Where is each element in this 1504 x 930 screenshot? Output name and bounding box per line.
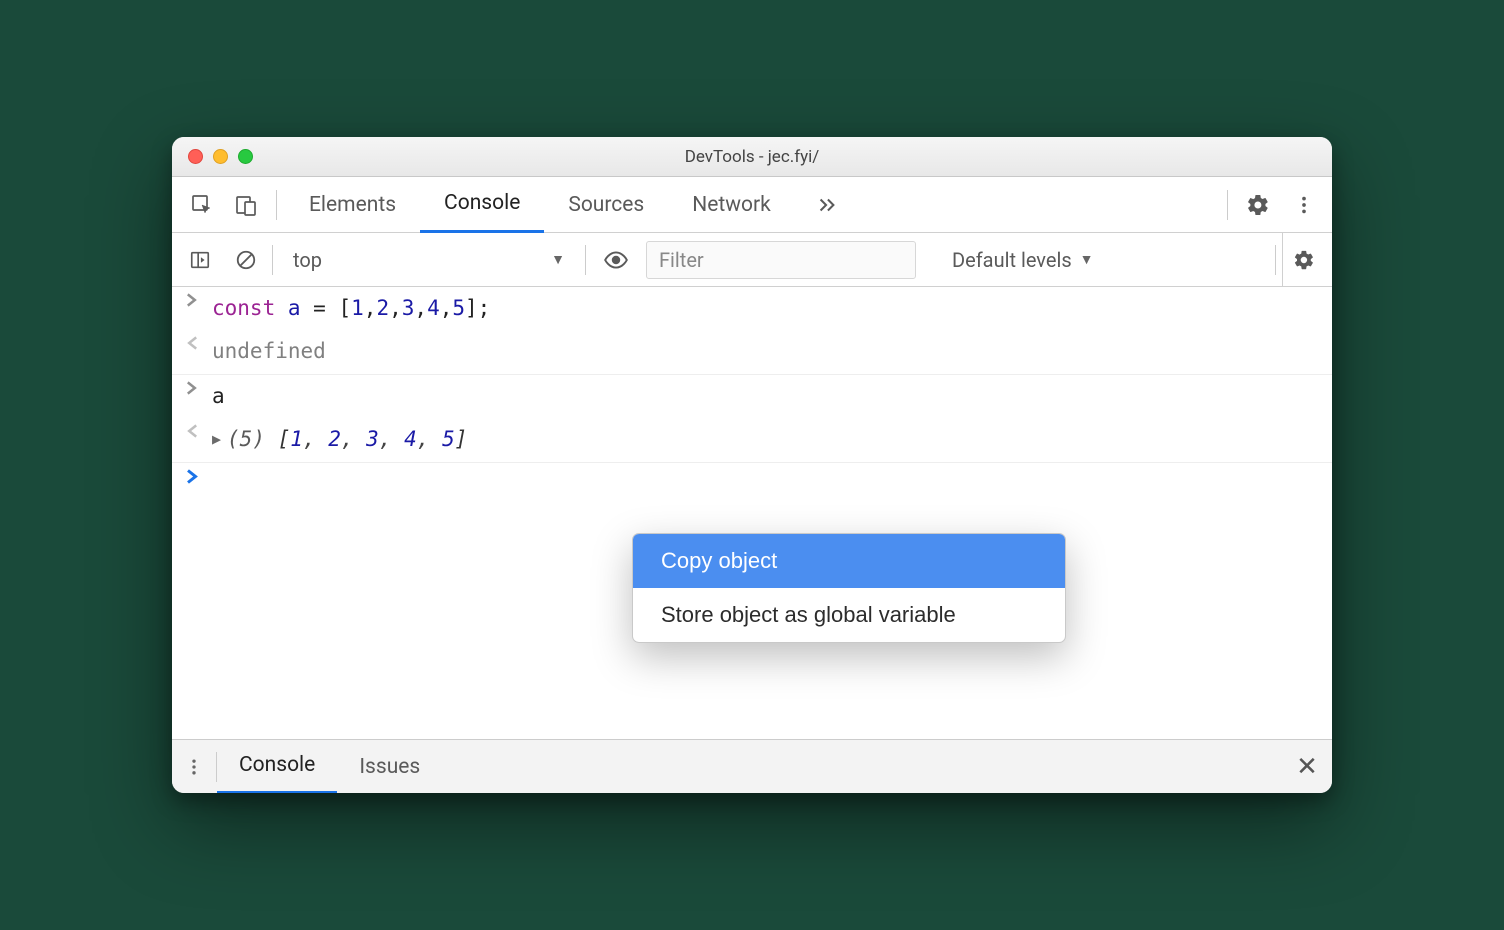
device-toolbar-icon[interactable] (224, 193, 268, 217)
show-sidebar-icon[interactable] (180, 240, 220, 280)
result-icon (182, 424, 202, 438)
prompt-icon (182, 293, 202, 307)
console-output: const a = [1,2,3,4,5]; undefined a ▶(5) … (172, 287, 1332, 739)
filter-placeholder: Filter (659, 248, 704, 272)
chevron-down-icon: ▼ (1080, 251, 1094, 268)
console-settings-icon[interactable] (1282, 233, 1324, 286)
tab-elements[interactable]: Elements (285, 177, 420, 233)
prompt-icon (182, 469, 202, 484)
levels-label: Default levels (952, 248, 1072, 272)
drawer-tab-issues[interactable]: Issues (337, 740, 442, 794)
log-levels-selector[interactable]: Default levels ▼ (938, 248, 1108, 272)
console-result-value: undefined (212, 336, 326, 366)
console-result-line: undefined (172, 330, 1332, 373)
console-input-code: a (212, 381, 225, 411)
console-array-value[interactable]: ▶(5) [1, 2, 3, 4, 5] (212, 424, 467, 454)
context-label: top (293, 248, 322, 272)
drawer-tab-console[interactable]: Console (217, 740, 337, 794)
live-expression-icon[interactable] (592, 247, 640, 273)
console-result-line[interactable]: ▶(5) [1, 2, 3, 4, 5] (172, 418, 1332, 461)
console-input-line: a (172, 374, 1332, 418)
expand-icon[interactable]: ▶ (212, 429, 221, 451)
filter-input[interactable]: Filter (646, 241, 916, 279)
drawer: Console Issues ✕ (172, 739, 1332, 793)
more-tabs-icon[interactable] (809, 194, 845, 216)
tab-sources[interactable]: Sources (544, 177, 668, 233)
devtools-window: DevTools - jec.fyi/ Elements Console Sou… (172, 137, 1332, 793)
drawer-close-icon[interactable]: ✕ (1282, 752, 1332, 782)
clear-console-icon[interactable] (226, 240, 266, 280)
tab-network[interactable]: Network (668, 177, 795, 233)
kebab-menu-icon[interactable] (1284, 185, 1324, 225)
context-menu-copy-object[interactable]: Copy object (633, 534, 1065, 588)
settings-icon[interactable] (1238, 185, 1278, 225)
context-menu-store-global[interactable]: Store object as global variable (633, 588, 1065, 642)
console-input-code: const a = [1,2,3,4,5]; (212, 293, 490, 323)
inspect-element-icon[interactable] (180, 193, 224, 217)
console-input-line: const a = [1,2,3,4,5]; (172, 287, 1332, 330)
devtools-tabstrip: Elements Console Sources Network (172, 177, 1332, 233)
drawer-menu-icon[interactable] (172, 757, 216, 777)
window-titlebar: DevTools - jec.fyi/ (172, 137, 1332, 177)
chevron-down-icon: ▼ (551, 251, 565, 268)
result-icon (182, 336, 202, 350)
window-title: DevTools - jec.fyi/ (172, 147, 1332, 167)
console-toolbar: top ▼ Filter Default levels ▼ (172, 233, 1332, 287)
context-menu: Copy object Store object as global varia… (632, 533, 1066, 643)
console-prompt[interactable] (172, 462, 1332, 498)
console-input[interactable] (212, 469, 1322, 491)
tab-console[interactable]: Console (420, 177, 544, 233)
prompt-icon (182, 381, 202, 395)
context-selector[interactable]: top ▼ (279, 248, 579, 272)
